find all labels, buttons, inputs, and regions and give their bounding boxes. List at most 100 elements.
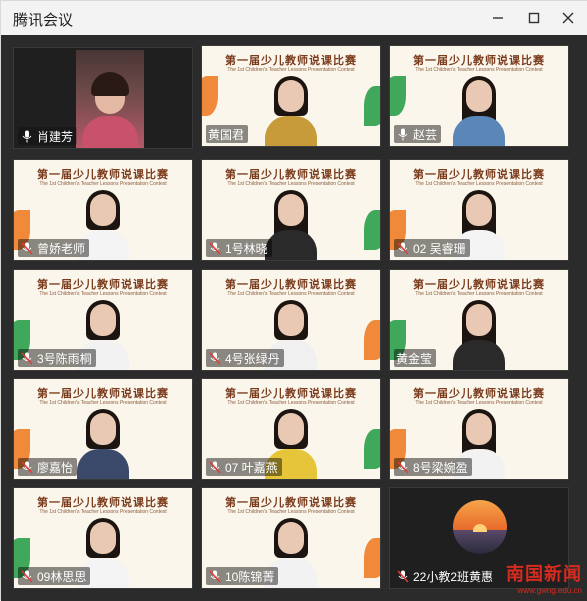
decoration-leaf — [364, 86, 380, 126]
participant-label: 廖嘉怡 — [18, 458, 78, 476]
participant-label: 曾娇老师 — [18, 239, 90, 257]
slide-banner: 第一届少儿教师说课比赛 The 1st Children's Teacher L… — [14, 160, 192, 194]
slide-subtitle: The 1st Children's Teacher Lessons Prese… — [415, 400, 543, 406]
slide-title: 第一届少儿教师说课比赛 — [37, 387, 169, 400]
participant-name: 曾娇老师 — [37, 241, 86, 256]
maximize-button[interactable] — [519, 5, 549, 31]
slide-title: 第一届少儿教师说课比赛 — [413, 168, 545, 181]
mic-muted-icon — [396, 569, 410, 583]
video-tile-0[interactable]: 肖建芳 — [13, 47, 193, 149]
video-tile-4[interactable]: 第一届少儿教师说课比赛 The 1st Children's Teacher L… — [201, 159, 381, 261]
slide-title: 第一届少儿教师说课比赛 — [225, 496, 357, 509]
mic-muted-icon — [20, 351, 34, 365]
slide-subtitle: The 1st Children's Teacher Lessons Prese… — [415, 291, 543, 297]
decoration-leaf — [364, 210, 380, 250]
slide-title: 第一届少儿教师说课比赛 — [413, 54, 545, 67]
participant-name: 02 吴睿珊 — [413, 241, 466, 256]
participant-video — [449, 76, 509, 146]
participant-name: 黄金莹 — [396, 351, 433, 366]
watermark-logo: 南国新闻 — [506, 564, 582, 585]
video-tile-2[interactable]: 第一届少儿教师说课比赛 The 1st Children's Teacher L… — [389, 45, 569, 147]
mic-muted-icon — [208, 351, 222, 365]
mic-muted-icon — [208, 569, 222, 583]
video-grid: 肖建芳 第一届少儿教师说课比赛 The 1st Children's Teach… — [1, 35, 587, 601]
slide-banner: 第一届少儿教师说课比赛 The 1st Children's Teacher L… — [202, 379, 380, 413]
video-tile-6[interactable]: 第一届少儿教师说课比赛 The 1st Children's Teacher L… — [13, 269, 193, 371]
slide-subtitle: The 1st Children's Teacher Lessons Prese… — [227, 67, 355, 73]
decoration-leaf — [390, 76, 406, 116]
slide-banner: 第一届少儿教师说课比赛 The 1st Children's Teacher L… — [14, 488, 192, 522]
slide-title: 第一届少儿教师说课比赛 — [225, 168, 357, 181]
participant-label: 1号林晓 — [206, 239, 272, 257]
slide-banner: 第一届少儿教师说课比赛 The 1st Children's Teacher L… — [390, 160, 568, 194]
mic-icon — [20, 129, 34, 143]
participant-name: 8号梁婉盈 — [413, 460, 468, 475]
participant-video — [449, 300, 509, 370]
slide-banner: 第一届少儿教师说课比赛 The 1st Children's Teacher L… — [14, 379, 192, 413]
participant-label: 09林思思 — [18, 567, 91, 585]
slide-subtitle: The 1st Children's Teacher Lessons Prese… — [39, 291, 167, 297]
video-tile-10[interactable]: 第一届少儿教师说课比赛 The 1st Children's Teacher L… — [201, 378, 381, 480]
mic-muted-icon — [396, 241, 410, 255]
participant-label: 赵芸 — [394, 125, 442, 143]
decoration-leaf — [364, 320, 380, 360]
participant-name: 1号林晓 — [225, 241, 268, 256]
slide-subtitle: The 1st Children's Teacher Lessons Prese… — [39, 400, 167, 406]
video-tile-5[interactable]: 第一届少儿教师说课比赛 The 1st Children's Teacher L… — [389, 159, 569, 261]
slide-title: 第一届少儿教师说课比赛 — [225, 54, 357, 67]
close-button[interactable] — [553, 5, 583, 31]
maximize-icon — [528, 12, 540, 24]
participant-name: 赵芸 — [413, 127, 438, 142]
close-icon — [562, 12, 574, 24]
participant-name: 4号张绿丹 — [225, 351, 280, 366]
participant-name: 10陈锦菁 — [225, 569, 275, 584]
slide-subtitle: The 1st Children's Teacher Lessons Prese… — [227, 291, 355, 297]
slide-subtitle: The 1st Children's Teacher Lessons Prese… — [39, 181, 167, 187]
slide-banner: 第一届少儿教师说课比赛 The 1st Children's Teacher L… — [390, 379, 568, 413]
video-tile-3[interactable]: 第一届少儿教师说课比赛 The 1st Children's Teacher L… — [13, 159, 193, 261]
mic-muted-icon — [20, 460, 34, 474]
mic-muted-icon — [20, 569, 34, 583]
mic-muted-icon — [208, 241, 222, 255]
video-tile-12[interactable]: 第一届少儿教师说课比赛 The 1st Children's Teacher L… — [13, 487, 193, 589]
video-tile-8[interactable]: 第一届少儿教师说课比赛 The 1st Children's Teacher L… — [389, 269, 569, 371]
participant-name: 07 叶嘉燕 — [225, 460, 278, 475]
video-tile-13[interactable]: 第一届少儿教师说课比赛 The 1st Children's Teacher L… — [201, 487, 381, 589]
video-tile-7[interactable]: 第一届少儿教师说课比赛 The 1st Children's Teacher L… — [201, 269, 381, 371]
meeting-window: 腾讯会议 肖建芳 第一届少儿教师说课比赛 The 1st Children's … — [0, 0, 587, 601]
minimize-button[interactable] — [483, 5, 513, 31]
video-tile-11[interactable]: 第一届少儿教师说课比赛 The 1st Children's Teacher L… — [389, 378, 569, 480]
slide-banner: 第一届少儿教师说课比赛 The 1st Children's Teacher L… — [14, 270, 192, 304]
video-tile-1[interactable]: 第一届少儿教师说课比赛 The 1st Children's Teacher L… — [201, 45, 381, 147]
participant-label: 黄金莹 — [394, 349, 437, 367]
participant-label: 4号张绿丹 — [206, 349, 284, 367]
participant-name: 22小教2班黄惠 — [413, 569, 494, 584]
slide-subtitle: The 1st Children's Teacher Lessons Prese… — [415, 67, 543, 73]
participant-label: 02 吴睿珊 — [394, 239, 470, 257]
watermark-url: www.gwng.edu.cn — [517, 586, 582, 595]
participant-label: 8号梁婉盈 — [394, 458, 472, 476]
slide-title: 第一届少儿教师说课比赛 — [225, 387, 357, 400]
slide-banner: 第一届少儿教师说课比赛 The 1st Children's Teacher L… — [202, 46, 380, 80]
participant-name: 09林思思 — [37, 569, 87, 584]
mic-icon — [396, 127, 410, 141]
participant-name: 3号陈雨桐 — [37, 351, 92, 366]
participant-video — [261, 76, 321, 146]
participant-label: 07 叶嘉燕 — [206, 458, 282, 476]
slide-title: 第一届少儿教师说课比赛 — [37, 496, 169, 509]
slide-banner: 第一届少儿教师说课比赛 The 1st Children's Teacher L… — [390, 270, 568, 304]
participant-name: 黄国君 — [208, 127, 245, 142]
slide-title: 第一届少儿教师说课比赛 — [37, 278, 169, 291]
participant-label: 肖建芳 — [18, 127, 78, 145]
participant-label: 10陈锦菁 — [206, 567, 279, 585]
mic-muted-icon — [20, 241, 34, 255]
camera-feed — [76, 50, 144, 148]
video-tile-9[interactable]: 第一届少儿教师说课比赛 The 1st Children's Teacher L… — [13, 378, 193, 480]
slide-title: 第一届少儿教师说课比赛 — [225, 278, 357, 291]
participant-label: 22小教2班黄惠 — [394, 567, 497, 585]
slide-title: 第一届少儿教师说课比赛 — [37, 168, 169, 181]
slide-subtitle: The 1st Children's Teacher Lessons Prese… — [227, 181, 355, 187]
slide-banner: 第一届少儿教师说课比赛 The 1st Children's Teacher L… — [390, 46, 568, 80]
title-bar: 腾讯会议 — [1, 1, 587, 35]
mic-muted-icon — [396, 460, 410, 474]
